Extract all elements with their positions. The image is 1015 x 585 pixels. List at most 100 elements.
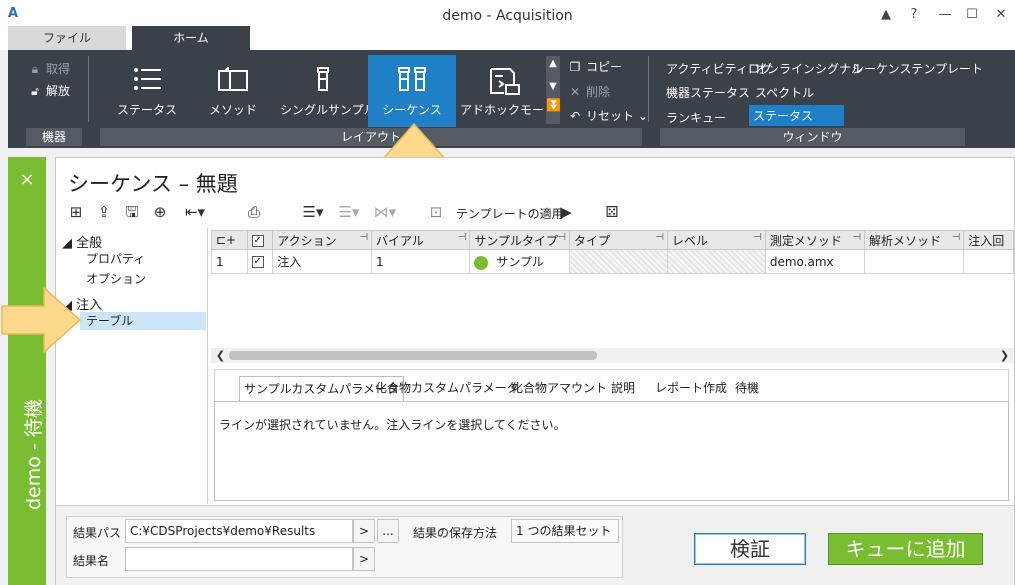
undo-icon: ↶ <box>569 109 581 123</box>
chevron-right-icon[interactable]: ❯ <box>997 348 1012 363</box>
browse-path-button[interactable]: > <box>353 519 375 543</box>
group-label-layout: レイアウト <box>100 128 642 146</box>
grid-header: ⊏+ ✓ アクション ⊣ バイアル ⊣ サンプルタイプ ⊣ タイプ ⊣ レベル ⊣ 測定メ… <box>211 230 1014 250</box>
apply-template-button[interactable]: テンプレートの適用 <box>456 205 564 222</box>
export-icon[interactable]: ⇤▾ <box>178 202 212 222</box>
fill-down-icon[interactable]: ⋈▾ <box>368 202 402 222</box>
close-button[interactable]: ✕ <box>990 4 1012 26</box>
cell-acq-method[interactable]: demo.amx <box>764 249 866 274</box>
chevron-left-icon[interactable]: ❮ <box>213 348 228 363</box>
minimize-button[interactable]: — <box>934 4 956 26</box>
col-acq-method[interactable]: 測定メソッド ⊣ <box>764 230 866 250</box>
results-box: 結果パス C:¥CDSProjects¥demo¥Results > ... 結… <box>66 516 623 578</box>
template-icon: ⊡ <box>429 203 443 221</box>
acquire-button[interactable]: 🔒︎ 取得 <box>26 60 70 77</box>
save-as-icon[interactable]: ⊕ <box>150 202 170 222</box>
add-to-queue-button[interactable]: キューに追加 <box>828 533 983 565</box>
ribbon-tabs: ファイル ホーム <box>0 26 1015 50</box>
open-icon[interactable]: ⇪ <box>94 202 114 222</box>
insert-rows-icon[interactable]: ☰▾ <box>296 202 330 222</box>
list-icon <box>105 55 189 95</box>
sample-type-dot-icon <box>474 255 489 270</box>
scroll-thumb[interactable] <box>229 351 597 360</box>
col-action[interactable]: アクション ⊣ <box>272 230 373 250</box>
window-spectrum[interactable]: スペクトル <box>755 84 814 101</box>
release-button[interactable]: 🔓︎ 解放 <box>26 82 70 99</box>
column-chooser-icon[interactable]: ⊏+ <box>211 230 248 250</box>
pin-icon: ⊣ <box>655 232 664 243</box>
pin-icon: ⊣ <box>852 232 862 243</box>
tab-file[interactable]: ファイル <box>8 26 126 50</box>
col-proc-method[interactable]: 解析メソッド ⊣ <box>864 230 965 250</box>
save-method-label: 結果の保存方法 <box>413 526 498 540</box>
status-layout-button[interactable]: ステータス <box>105 55 189 125</box>
cell-sample-type[interactable]: サンプル <box>469 249 570 274</box>
col-type[interactable]: タイプ ⊣ <box>568 230 668 250</box>
col-vial[interactable]: バイアル ⊣ <box>371 230 471 250</box>
print-icon[interactable]: ⎙ <box>244 202 264 222</box>
col-sample-type[interactable]: サンプルタイプ ⊣ <box>469 230 570 250</box>
tab-compound-custom-params[interactable]: 化合物カスタムパラメータ <box>375 376 519 402</box>
book-icon <box>191 55 275 95</box>
tab-wait[interactable]: 待機 <box>735 376 759 402</box>
reset-button[interactable]: ↶ リセット ⌄ <box>566 107 648 124</box>
layout-scroll[interactable]: ▲ ▼ ⏬ <box>546 56 561 124</box>
close-icon[interactable]: × <box>8 169 46 190</box>
maximize-button[interactable]: ☐ <box>961 4 983 26</box>
tab-description[interactable]: 説明 <box>611 376 635 402</box>
play-icon[interactable]: ▶ <box>556 202 576 222</box>
delete-button[interactable]: ✕ 削除 <box>566 83 610 100</box>
result-name-field[interactable] <box>125 547 353 571</box>
window-instrument-status[interactable]: 機器ステータス <box>666 84 750 101</box>
window-online-signal[interactable]: オンラインシグナル <box>755 60 863 77</box>
pin-icon: ⊣ <box>457 232 467 243</box>
detail-tabs: サンプルカスタムパラメータ 化合物カスタムパラメータ 化合物アマウント 説明 レ… <box>214 369 1009 402</box>
status-strip: × <box>8 157 46 585</box>
copy-button[interactable]: ❐ コピー <box>566 58 622 75</box>
result-path-field[interactable]: C:¥CDSProjects¥demo¥Results <box>125 519 353 543</box>
copy-icon: ❐ <box>569 60 581 74</box>
cell-vial[interactable]: 1 <box>371 249 471 274</box>
instrument-state-label: demo - 待機 <box>23 399 45 510</box>
save-method-field[interactable]: 1 つの結果セット <box>511 519 619 543</box>
col-level[interactable]: レベル ⊣ <box>666 230 766 250</box>
collapse-ribbon-button[interactable]: ▲ <box>875 4 897 26</box>
sequence-layout-button[interactable]: シーケンス <box>368 55 456 127</box>
dice-icon[interactable]: ⚄ <box>602 202 622 222</box>
result-name-browse-button[interactable]: > <box>353 547 375 571</box>
single-sample-layout-button[interactable]: シングルサンプル <box>280 55 376 125</box>
cell-proc-method[interactable] <box>864 249 965 274</box>
group-label-instrument: 機器 <box>26 128 82 146</box>
new-icon[interactable]: ⊞ <box>66 202 86 222</box>
tab-compound-amount[interactable]: 化合物アマウント <box>511 376 607 402</box>
tree-item-options[interactable]: オプション <box>86 270 146 287</box>
more-path-button[interactable]: ... <box>377 519 399 543</box>
tree-item-table[interactable]: テーブル <box>80 312 206 330</box>
method-layout-button[interactable]: メソッド <box>191 55 275 125</box>
help-button[interactable]: ? <box>903 4 925 26</box>
tree-item-properties[interactable]: プロパティ <box>86 250 145 267</box>
delete-rows-icon[interactable]: ☰▾ <box>332 202 366 222</box>
vials-icon <box>368 55 456 95</box>
window-run-queue[interactable]: ランキュー <box>666 109 726 126</box>
window-status[interactable]: ステータス <box>749 105 844 126</box>
check-icon: ✓ <box>251 256 264 268</box>
row-check[interactable]: ✓ <box>246 249 274 274</box>
grid-hscrollbar[interactable]: ❮ ❯ <box>211 348 1014 363</box>
tab-home[interactable]: ホーム <box>132 26 250 50</box>
col-injections[interactable]: 注入回 <box>963 230 1014 250</box>
pin-icon: ⊣ <box>753 232 762 243</box>
header-check[interactable]: ✓ <box>246 230 274 250</box>
table-row[interactable]: 1 ✓ 注入 1 サンプル demo.amx <box>211 249 1014 274</box>
verify-button[interactable]: 検証 <box>694 533 806 565</box>
cell-action[interactable]: 注入 <box>272 249 373 274</box>
pin-icon: ⊣ <box>359 232 369 243</box>
nav-tree: ◢ 全般 プロパティ オプション ◢ 注入 テーブル <box>56 228 208 504</box>
tab-reporting[interactable]: レポート作成 <box>655 376 727 402</box>
adhoc-mode-button[interactable]: アドホックモード <box>460 55 556 125</box>
check-icon: ✓ <box>251 234 264 247</box>
window-sequence-template[interactable]: シーケンステンプレート <box>852 60 983 77</box>
save-icon[interactable]: 🖫︎ <box>122 202 142 222</box>
tree-node-general[interactable]: ◢ 全般 <box>62 232 102 251</box>
cell-injections[interactable] <box>963 249 1014 274</box>
